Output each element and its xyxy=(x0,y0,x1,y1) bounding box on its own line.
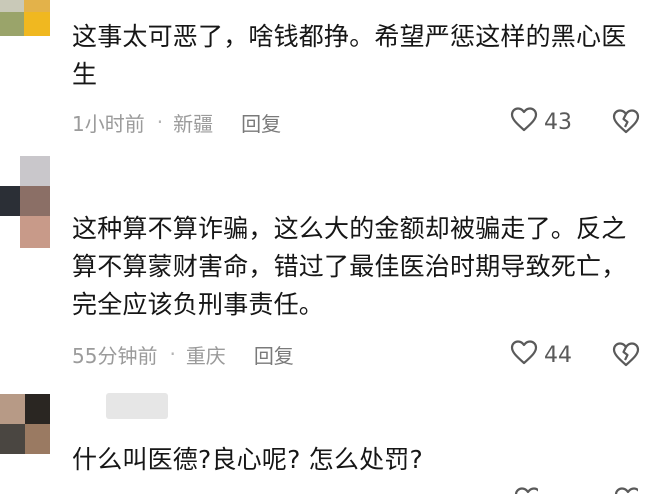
reply-button[interactable]: 回复 xyxy=(254,340,294,369)
heart-outline-icon[interactable] xyxy=(514,486,538,494)
dislike-button[interactable] xyxy=(612,341,640,371)
comment-text: 什么叫医德?良心呢? 怎么处罚? xyxy=(72,445,423,474)
username-placeholder[interactable] xyxy=(106,393,168,419)
comment-meta: 55分钟前 · 重庆 回复 xyxy=(72,339,294,369)
avatar[interactable] xyxy=(0,156,50,248)
broken-heart-icon xyxy=(612,342,640,371)
meta-separator: · xyxy=(169,342,176,366)
comment-meta: 1小时前 · 新疆 回复 xyxy=(72,107,281,137)
like-count: 43 xyxy=(544,109,572,135)
like-button[interactable]: 44 xyxy=(510,339,572,371)
dislike-button[interactable] xyxy=(612,108,640,138)
comment-time: 1小时前 xyxy=(72,111,145,136)
reply-button[interactable]: 回复 xyxy=(241,108,281,137)
comment-text: 这事太可恶了，啥钱都挣。希望严惩这样的黑心医生 xyxy=(72,22,627,89)
meta-separator: · xyxy=(156,110,164,134)
like-count: 44 xyxy=(544,342,572,368)
comment-location: 重庆 xyxy=(185,343,226,368)
broken-heart-icon xyxy=(612,109,640,138)
heart-outline-icon xyxy=(510,339,538,371)
comment-text: 这种算不算诈骗，这么大的金额却被骗走了。反之算不算蒙财害命，错过了最佳医治时期导… xyxy=(72,214,627,319)
broken-heart-icon[interactable] xyxy=(614,486,638,494)
avatar[interactable] xyxy=(0,394,50,454)
comment-time: 55分钟前 xyxy=(72,343,158,368)
like-button[interactable]: 43 xyxy=(510,106,572,138)
heart-outline-icon xyxy=(510,106,538,138)
comment-location: 新疆 xyxy=(173,111,214,136)
avatar[interactable] xyxy=(0,0,50,36)
